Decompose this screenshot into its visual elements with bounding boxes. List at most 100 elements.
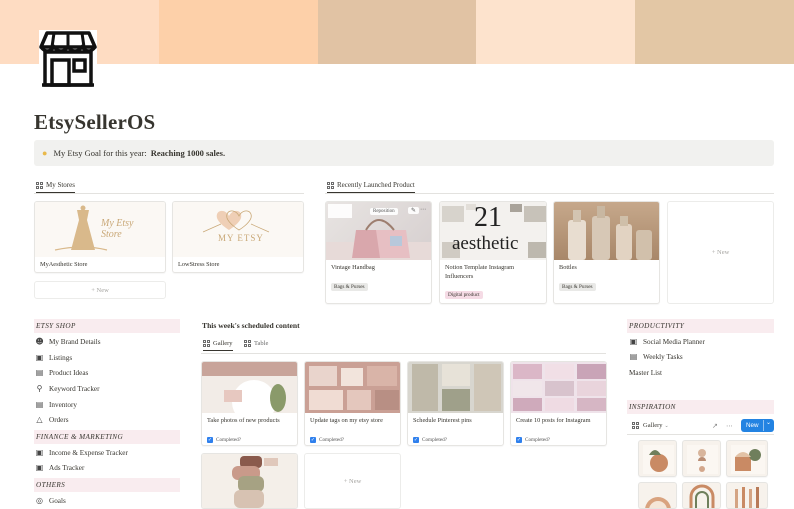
banner-block-5 xyxy=(635,0,794,64)
nav-keyword-tracker[interactable]: ⚲ Keyword Tracker xyxy=(35,384,100,393)
cart-icon: ▣ xyxy=(35,353,44,362)
cover-banner[interactable] xyxy=(0,0,794,64)
goal-callout[interactable]: ● My Etsy Goal for this year: Reaching 1… xyxy=(34,140,774,166)
completed-checkbox[interactable]: ✓ Completed? xyxy=(202,435,246,445)
nav-label: Keyword Tracker xyxy=(49,384,100,393)
reposition-button[interactable]: Reposition xyxy=(370,208,398,215)
new-inspiration-button[interactable]: New ⌄ xyxy=(741,419,774,432)
inspiration-tile[interactable] xyxy=(638,482,677,509)
store-name: MyAesthetic Store xyxy=(40,261,88,268)
store-logo-text: My Etsy Store xyxy=(101,218,134,240)
store-card[interactable]: My Etsy Store MyAesthetic Store xyxy=(34,201,166,273)
instagram-grid-image xyxy=(513,364,606,411)
nav-label: Listings xyxy=(49,353,73,362)
completed-checkbox[interactable]: ✓ Completed? xyxy=(305,435,349,445)
new-schedule-button[interactable]: + New xyxy=(304,453,401,509)
completed-label: Completed? xyxy=(422,436,448,443)
nav-my-brand-details[interactable]: ☻ My Brand Details xyxy=(35,337,101,346)
bag-icon: △ xyxy=(36,415,43,424)
moon-phases-image xyxy=(687,445,718,474)
card-title: Update tags on my etsy store xyxy=(310,417,383,424)
inspiration-tile[interactable] xyxy=(638,440,677,477)
nav-label: My Brand Details xyxy=(49,337,101,346)
tab-recently-launched-label: Recently Launched Product xyxy=(337,181,415,189)
button-separator xyxy=(763,420,764,431)
tab-table[interactable]: Table xyxy=(244,340,268,347)
document-icon: ▤ xyxy=(35,368,44,377)
gallery-icon xyxy=(327,181,334,189)
section-productivity: PRODUCTIVITY xyxy=(627,319,774,333)
tab-recently-launched[interactable]: Recently Launched Product xyxy=(327,181,415,193)
edit-pencil-icon[interactable]: ✎ xyxy=(408,207,420,214)
people-icon: ☻ xyxy=(35,337,44,346)
nav-goals[interactable]: ◎ Goals xyxy=(35,496,66,505)
nav-listings[interactable]: ▣ Listings xyxy=(35,353,72,362)
store-card[interactable]: MY ETSY LowStress Store xyxy=(172,201,304,273)
chevron-down-icon[interactable]: ⌄ xyxy=(665,423,669,429)
inspiration-tile[interactable] xyxy=(682,482,721,509)
product-image: 21 aesthetic xyxy=(440,202,546,260)
inspiration-tile[interactable] xyxy=(726,440,768,477)
pinterest-collage-image xyxy=(412,364,501,411)
schedule-card[interactable]: Update tags on my etsy store ✓ Completed? xyxy=(304,361,401,446)
nav-label: Inventory xyxy=(49,400,77,409)
schedule-card[interactable]: Schedule Pinterest pins ✓ Completed? xyxy=(407,361,504,446)
new-button-label: New xyxy=(746,422,759,429)
storefront-icon[interactable] xyxy=(39,30,97,88)
completed-label: Completed? xyxy=(525,436,551,443)
tab-gallery[interactable]: Gallery xyxy=(203,340,233,351)
completed-checkbox[interactable]: ✓ Completed? xyxy=(408,435,452,445)
search-icon: ⚲ xyxy=(36,384,43,393)
card-image xyxy=(511,362,606,413)
completed-checkbox[interactable]: ✓ Completed? xyxy=(511,435,555,445)
nav-weekly-tasks[interactable]: ▤ Weekly Tasks xyxy=(629,352,683,361)
section-others: OTHERS xyxy=(34,478,180,492)
product-card[interactable]: Reposition ✎ ⋯ Vintage Handbag Bags & Pu… xyxy=(325,201,432,304)
card-title: Create 10 posts for Instagram xyxy=(516,417,591,424)
schedule-card[interactable]: Create 10 posts for Instagram ✓ Completed… xyxy=(510,361,607,446)
new-product-button[interactable]: + New xyxy=(667,201,774,304)
product-card[interactable]: 21 aesthetic Notion Template Instagram I… xyxy=(439,201,547,304)
more-options-icon[interactable]: ⋯ xyxy=(726,422,733,430)
nav-product-ideas[interactable]: ▤ Product Ideas xyxy=(35,368,89,377)
document-icon: ▤ xyxy=(35,400,44,409)
card-image xyxy=(305,362,400,413)
gallery-icon xyxy=(203,340,210,347)
bottles-image xyxy=(568,206,652,260)
inspiration-tile[interactable] xyxy=(726,482,768,509)
abstract-shapes-image xyxy=(731,445,765,474)
nav-ads-tracker[interactable]: ▣ Ads Tracker xyxy=(35,463,85,472)
product-name: Bottles xyxy=(559,264,577,271)
tab-my-stores[interactable]: My Stores xyxy=(36,181,75,193)
nav-social-media-planner[interactable]: ▣ Social Media Planner xyxy=(629,337,705,346)
new-store-button[interactable]: + New xyxy=(34,281,166,299)
gallery-icon xyxy=(36,181,43,189)
more-options-icon[interactable]: ⋯ xyxy=(420,206,426,213)
callout-text: My Etsy Goal for this year: xyxy=(53,148,147,158)
callout-goal: Reaching 1000 sales. xyxy=(150,148,226,158)
view-selector[interactable]: Gallery xyxy=(643,422,663,429)
nav-label: Social Media Planner xyxy=(643,337,705,346)
section-finance-marketing: FINANCE & MARKETING xyxy=(34,430,180,444)
expand-icon[interactable]: ↗ xyxy=(712,422,718,430)
sunburst-image xyxy=(645,497,671,508)
nav-orders[interactable]: △ Orders xyxy=(35,415,68,424)
page-title: EtsySellerOS xyxy=(34,110,156,134)
product-card[interactable]: Bottles Bags & Purses xyxy=(553,201,660,304)
chevron-down-icon[interactable]: ⌄ xyxy=(766,419,771,426)
banner-block-4 xyxy=(476,0,636,64)
schedule-card[interactable] xyxy=(201,453,298,509)
hearts-logo-icon xyxy=(202,210,270,233)
product-name: Notion Template Instagram Influencers xyxy=(445,264,515,280)
nav-master-list[interactable]: Master List xyxy=(629,369,662,377)
nav-label: Ads Tracker xyxy=(49,463,85,472)
schedule-card[interactable]: Take photos of new products ✓ Completed? xyxy=(201,361,298,446)
nav-label: Product Ideas xyxy=(49,368,89,377)
inspiration-tile[interactable] xyxy=(682,440,721,477)
card-title: Schedule Pinterest pins xyxy=(413,417,472,424)
nav-inventory[interactable]: ▤ Inventory xyxy=(35,400,77,409)
nav-income-expense-tracker[interactable]: ▣ Income & Expense Tracker xyxy=(35,448,128,457)
card-image xyxy=(408,362,503,413)
product-image: Reposition ✎ ⋯ xyxy=(326,202,431,260)
store-logo: MY ETSY xyxy=(173,202,303,257)
